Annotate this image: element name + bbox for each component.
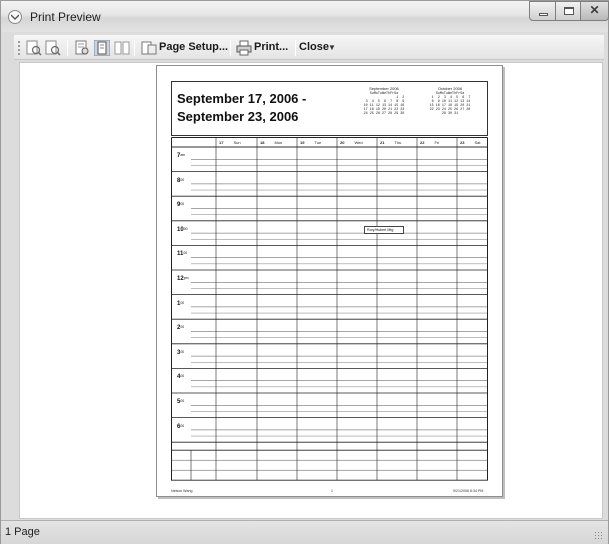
page-setup-button[interactable]: Page Setup... [159,41,228,53]
page-preview: September 17, 2006 - September 23, 2006 … [156,65,503,497]
footer-author: Nelson Wang [171,489,193,493]
day-number: 23 [460,140,465,145]
title-bar[interactable]: Print Preview ✕ [1,1,609,32]
print-preview-app-icon [8,10,22,24]
mini-calendar-week: 29 30 31 [441,112,459,116]
zoom-in-icon[interactable] [26,40,42,56]
toolbar-separator [295,40,296,56]
toolbar-grip[interactable] [18,41,20,55]
maximize-button[interactable] [555,1,581,21]
hour-label: 900 [177,202,185,209]
mini-calendar-week: 24 25 26 27 28 29 30 [363,112,405,116]
minimize-icon [539,13,548,16]
hour-label: 600 [177,423,185,430]
toolbar-separator [230,40,231,56]
calendar-header: September 17, 2006 - September 23, 2006 … [171,81,488,136]
day-name: Tue [314,140,322,145]
toolbar-separator [134,40,135,56]
day-number: 21 [380,140,385,145]
page-zoom-icon[interactable] [74,40,90,56]
hour-label: 500 [177,399,185,405]
maximize-icon [564,7,574,15]
mini-calendar-title: October 2006 [437,86,463,91]
toolbar: Page Setup... Print... Close ▼ [14,35,604,60]
window-title: Print Preview [30,10,101,24]
mini-calendar-september: September 2006 SuMoTuWeThFrSa 1 2 3 4 5 … [356,86,412,117]
print-preview-window: Print Preview ✕ Page Setup... Print... C… [0,0,609,544]
footer-timestamp: 9/21/2006 6:34 PM [453,489,484,493]
day-header: 23 Sat [460,140,480,145]
day-name: Sat [474,140,481,145]
day-number: 17 [219,140,224,145]
toolbar-separator [67,40,68,56]
print-button[interactable]: Print... [254,41,288,53]
resize-grip[interactable] [594,531,604,541]
close-button[interactable]: Close [299,41,329,53]
date-range-title: September 23, 2006 [177,109,299,124]
status-bar: 1 Page [1,520,608,544]
multiple-pages-icon[interactable] [114,40,130,56]
hour-label: 400 [177,374,185,381]
day-number: 20 [340,140,345,145]
day-name: Sun [233,140,241,145]
hour-label: 300 [177,349,185,356]
day-header: 22 Fri [420,140,439,145]
printer-icon [236,40,252,56]
hour-label: 100 [177,300,185,307]
day-number: 18 [260,140,265,145]
toolbar-overflow-icon[interactable]: ▼ [328,43,338,55]
mini-calendar-october: October 2006 SuMoTuWeThFrSa 1 2 3 4 5 6 … [422,86,478,117]
page-setup-icon [141,41,157,55]
day-number: 19 [300,140,305,145]
day-name: Thu [394,140,402,145]
day-name: Fri [434,140,440,145]
date-range-title: September 17, 2006 - [177,91,307,106]
zoom-out-icon[interactable] [45,40,61,56]
hour-label: 12pm [177,276,189,282]
day-header: 18 Mon [260,140,282,145]
day-header: 21 Thu [380,140,401,145]
hour-label: 800 [177,177,185,184]
day-name: Mon [274,140,283,145]
appointment: Rory/Hubert Mtg [364,226,404,234]
hour-label: 1000 [177,226,188,233]
mini-calendar-title: September 2006 [369,86,399,91]
week-grid-lines [171,137,488,481]
minimize-button[interactable] [529,1,556,21]
day-header: 17 Sun [219,140,241,145]
preview-area[interactable]: September 17, 2006 - September 23, 2006 … [19,62,603,519]
week-grid: Rory/Hubert Mtg 17 Sun 18 Mon 19 Tue 20 Wed 21 Th… [171,137,488,488]
day-number: 22 [420,140,425,145]
day-name: Wed [354,140,363,145]
hour-label: 1100 [177,251,188,258]
hour-label: 7am [177,153,186,159]
page-count-status: 1 Page [5,526,40,538]
one-page-icon[interactable] [94,40,110,56]
close-window-button[interactable]: ✕ [580,1,609,21]
day-header: 20 Wed [340,140,363,145]
close-icon: ✕ [589,3,600,17]
day-header: 19 Tue [300,140,321,145]
footer-page-number: 1 [331,489,333,493]
hour-label: 200 [177,325,185,332]
